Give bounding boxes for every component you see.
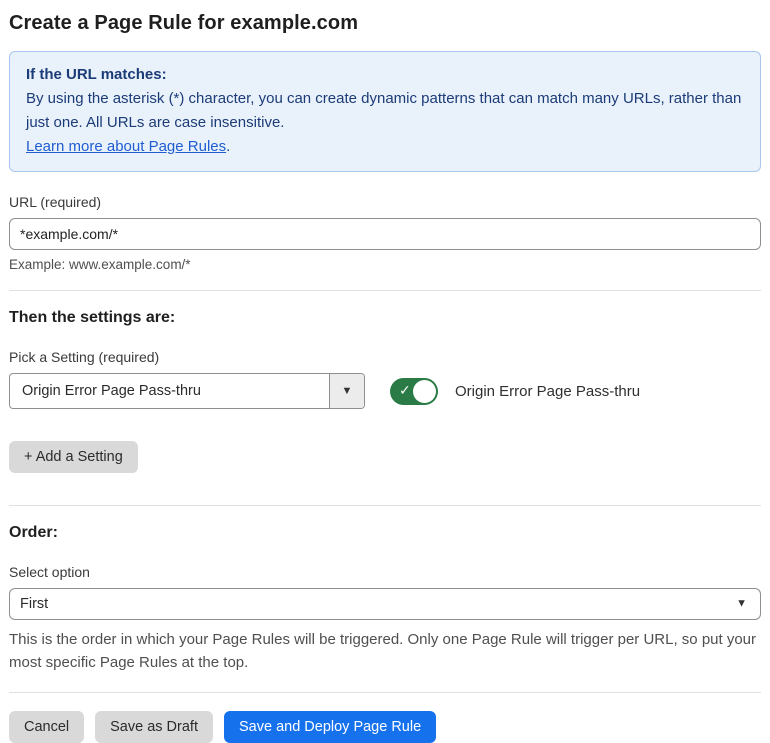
save-and-deploy-button[interactable]: Save and Deploy Page Rule bbox=[223, 711, 437, 743]
order-helper-text: This is the order in which your Page Rul… bbox=[9, 631, 757, 671]
order-select-value: First bbox=[20, 596, 49, 612]
order-select[interactable]: First ▼ bbox=[9, 588, 761, 620]
create-page-rule-form: Create a Page Rule for example.com If th… bbox=[0, 0, 770, 743]
setting-dropdown-value: Origin Error Page Pass-thru bbox=[22, 383, 201, 399]
toggle-wrap: ✓ Origin Error Page Pass-thru bbox=[390, 377, 641, 405]
settings-section-heading: Then the settings are: bbox=[9, 309, 176, 326]
toggle-knob bbox=[413, 379, 436, 403]
learn-more-link[interactable]: Learn more about Page Rules bbox=[26, 138, 226, 155]
chevron-down-icon: ▼ bbox=[736, 597, 747, 610]
setting-dropdown[interactable]: Origin Error Page Pass-thru ▼ bbox=[9, 373, 365, 409]
setting-dropdown-caret-button[interactable]: ▼ bbox=[329, 374, 364, 408]
url-label: URL (required) bbox=[9, 194, 102, 210]
save-as-draft-button[interactable]: Save as Draft bbox=[95, 711, 213, 743]
link-suffix: . bbox=[226, 138, 231, 155]
url-input[interactable] bbox=[9, 218, 761, 250]
info-link-line: Learn more about Page Rules. bbox=[26, 135, 744, 159]
url-helper-text: Example: www.example.com/* bbox=[9, 257, 191, 272]
pick-setting-label: Pick a Setting (required) bbox=[9, 349, 160, 365]
toggle-label: Origin Error Page Pass-thru bbox=[455, 382, 641, 400]
footer-actions: Cancel Save as Draft Save and Deploy Pag… bbox=[9, 711, 761, 743]
origin-error-toggle[interactable]: ✓ bbox=[390, 377, 438, 405]
info-body: By using the asterisk (*) character, you… bbox=[26, 90, 742, 131]
divider bbox=[9, 290, 761, 291]
order-section-heading: Order: bbox=[9, 524, 58, 541]
select-option-label: Select option bbox=[9, 564, 90, 580]
page-title: Create a Page Rule for example.com bbox=[9, 12, 359, 34]
add-setting-button[interactable]: + Add a Setting bbox=[9, 441, 138, 473]
check-icon: ✓ bbox=[399, 382, 411, 399]
chevron-down-icon: ▼ bbox=[341, 384, 353, 397]
setting-row: Origin Error Page Pass-thru ▼ ✓ Origin E… bbox=[9, 373, 761, 409]
url-match-info-callout: If the URL matches: By using the asteris… bbox=[9, 51, 761, 172]
divider bbox=[9, 692, 761, 693]
divider bbox=[9, 505, 761, 506]
info-heading: If the URL matches: bbox=[26, 66, 167, 83]
cancel-button[interactable]: Cancel bbox=[9, 711, 85, 743]
